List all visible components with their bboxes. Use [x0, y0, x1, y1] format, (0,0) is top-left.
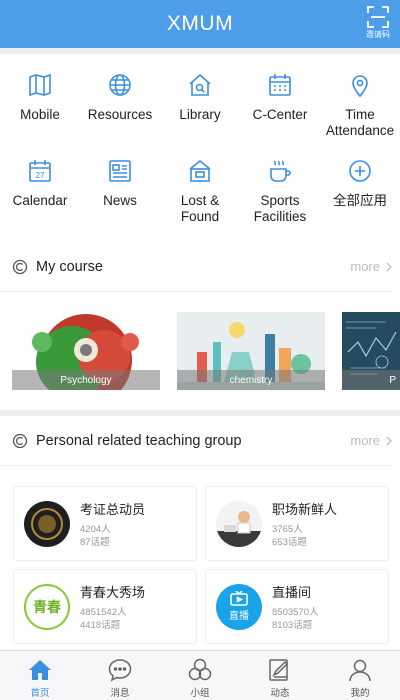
app-header: XMUM 邀请码 — [0, 0, 400, 48]
mobile-icon — [29, 73, 51, 97]
course-card-psychology[interactable]: Psychology — [12, 312, 160, 390]
avatar-text: 青春 — [33, 598, 61, 615]
library-icon — [189, 73, 211, 96]
tab-label: 首页 — [30, 688, 50, 699]
group-icon — [188, 658, 212, 681]
tab-groups[interactable]: 小组 — [160, 651, 240, 700]
group-section-icon — [12, 433, 28, 448]
avatar: 直播 — [216, 583, 262, 630]
menu-label: Lost & Found — [180, 193, 220, 224]
tab-messages[interactable]: 消息 — [80, 651, 160, 700]
news-icon — [109, 160, 131, 182]
group-members: 3765人 — [272, 523, 303, 535]
group-members: 4851542人 — [80, 606, 127, 618]
group-name: 考证总动员 — [80, 501, 146, 517]
avatar-text: 直播 — [229, 611, 249, 622]
plus-circle-icon — [349, 160, 371, 182]
scan-icon — [367, 6, 389, 28]
menu-item-all-apps[interactable]: 全部应用 — [320, 150, 400, 236]
app-menu-grid: Mobile Resources Library C-Center Time A… — [0, 54, 400, 242]
course-icon — [12, 259, 28, 274]
scan-button[interactable]: 邀请码 — [364, 6, 392, 40]
menu-item-mobile[interactable]: Mobile — [0, 64, 80, 150]
course-carousel[interactable]: Psychology chemistry P — [0, 292, 400, 412]
course-caption: Psychology — [12, 370, 160, 390]
calendar-grid-icon — [269, 74, 291, 96]
globe-icon — [109, 74, 131, 96]
more-link[interactable]: more — [350, 433, 392, 448]
menu-label: Mobile — [20, 107, 60, 122]
tab-label: 动态 — [270, 688, 290, 699]
menu-item-news[interactable]: News — [80, 150, 160, 236]
menu-label: Library — [179, 107, 221, 122]
cup-icon — [270, 160, 291, 182]
group-grid: 考证总动员 4204人 87话题 职场新鲜人 3765人 653话题 青春 青春… — [0, 466, 400, 646]
section-header: My course more — [0, 242, 392, 292]
section-header: Personal related teaching group more — [0, 416, 392, 466]
menu-item-lost-found[interactable]: Lost & Found — [160, 150, 240, 236]
group-members: 8503570人 — [272, 606, 319, 618]
group-topics: 4418话题 — [80, 619, 121, 631]
group-members: 4204人 — [80, 523, 111, 535]
group-name: 青春大秀场 — [80, 584, 146, 600]
my-course-section: My course more Psychology chemistry P — [0, 242, 400, 410]
group-topics: 653话题 — [272, 536, 307, 548]
tab-activity[interactable]: 动态 — [240, 651, 320, 700]
menu-label: News — [103, 193, 137, 208]
group-card[interactable]: 直播 直播间 8503570人 8103话题 — [205, 569, 389, 644]
group-name: 职场新鲜人 — [272, 501, 338, 517]
teaching-group-section: Personal related teaching group more 考证总… — [0, 416, 400, 650]
menu-label: Resources — [87, 107, 153, 122]
chevron-right-icon — [386, 262, 392, 271]
course-caption: chemistry — [177, 370, 325, 390]
box-icon — [189, 159, 211, 182]
avatar — [24, 500, 70, 547]
scan-label: 邀请码 — [366, 30, 390, 39]
tab-label: 消息 — [110, 688, 130, 699]
menu-label: Time Attendance — [325, 107, 395, 138]
edit-icon — [269, 659, 289, 681]
menu-label: C-Center — [252, 107, 308, 122]
message-icon — [108, 659, 132, 682]
calendar-icon: 27 — [29, 160, 51, 182]
menu-label: Sports Facilities — [253, 193, 307, 224]
menu-label: 全部应用 — [333, 193, 387, 208]
section-title: My course — [36, 258, 103, 275]
menu-item-sports-facilities[interactable]: Sports Facilities — [240, 150, 320, 236]
tv-icon — [230, 591, 248, 606]
app-title: XMUM — [166, 12, 234, 35]
avatar — [216, 500, 262, 547]
tab-profile[interactable]: 我的 — [320, 651, 400, 700]
location-pin-icon — [352, 75, 368, 98]
group-card[interactable]: 青春 青春大秀场 4851542人 4418话题 — [13, 569, 197, 644]
menu-label: Calendar — [12, 193, 68, 208]
chevron-right-icon — [386, 436, 392, 445]
more-label: more — [350, 433, 380, 448]
home-icon — [29, 660, 51, 680]
tab-label: 小组 — [190, 688, 210, 699]
more-label: more — [350, 259, 380, 274]
bottom-tab-bar: 首页 消息 小组 动态 我的 — [0, 650, 400, 700]
group-topics: 8103话题 — [272, 619, 313, 631]
menu-item-library[interactable]: Library — [160, 64, 240, 150]
menu-item-c-center[interactable]: C-Center — [240, 64, 320, 150]
menu-item-time-attendance[interactable]: Time Attendance — [320, 64, 400, 150]
menu-item-calendar[interactable]: 27 Calendar — [0, 150, 80, 236]
avatar: 青春 — [24, 583, 70, 630]
group-card[interactable]: 考证总动员 4204人 87话题 — [13, 486, 197, 561]
course-card-partial[interactable]: P — [342, 312, 400, 390]
group-topics: 87话题 — [80, 536, 110, 548]
tab-label: 我的 — [350, 688, 370, 699]
calendar-day: 27 — [36, 171, 45, 180]
tab-home[interactable]: 首页 — [0, 651, 80, 700]
group-card[interactable]: 职场新鲜人 3765人 653话题 — [205, 486, 389, 561]
more-link[interactable]: more — [350, 259, 392, 274]
menu-item-resources[interactable]: Resources — [80, 64, 160, 150]
course-card-chemistry[interactable]: chemistry — [177, 312, 325, 390]
user-icon — [349, 659, 371, 682]
group-name: 直播间 — [272, 584, 312, 600]
course-caption: P — [342, 370, 400, 390]
section-title: Personal related teaching group — [36, 432, 242, 449]
